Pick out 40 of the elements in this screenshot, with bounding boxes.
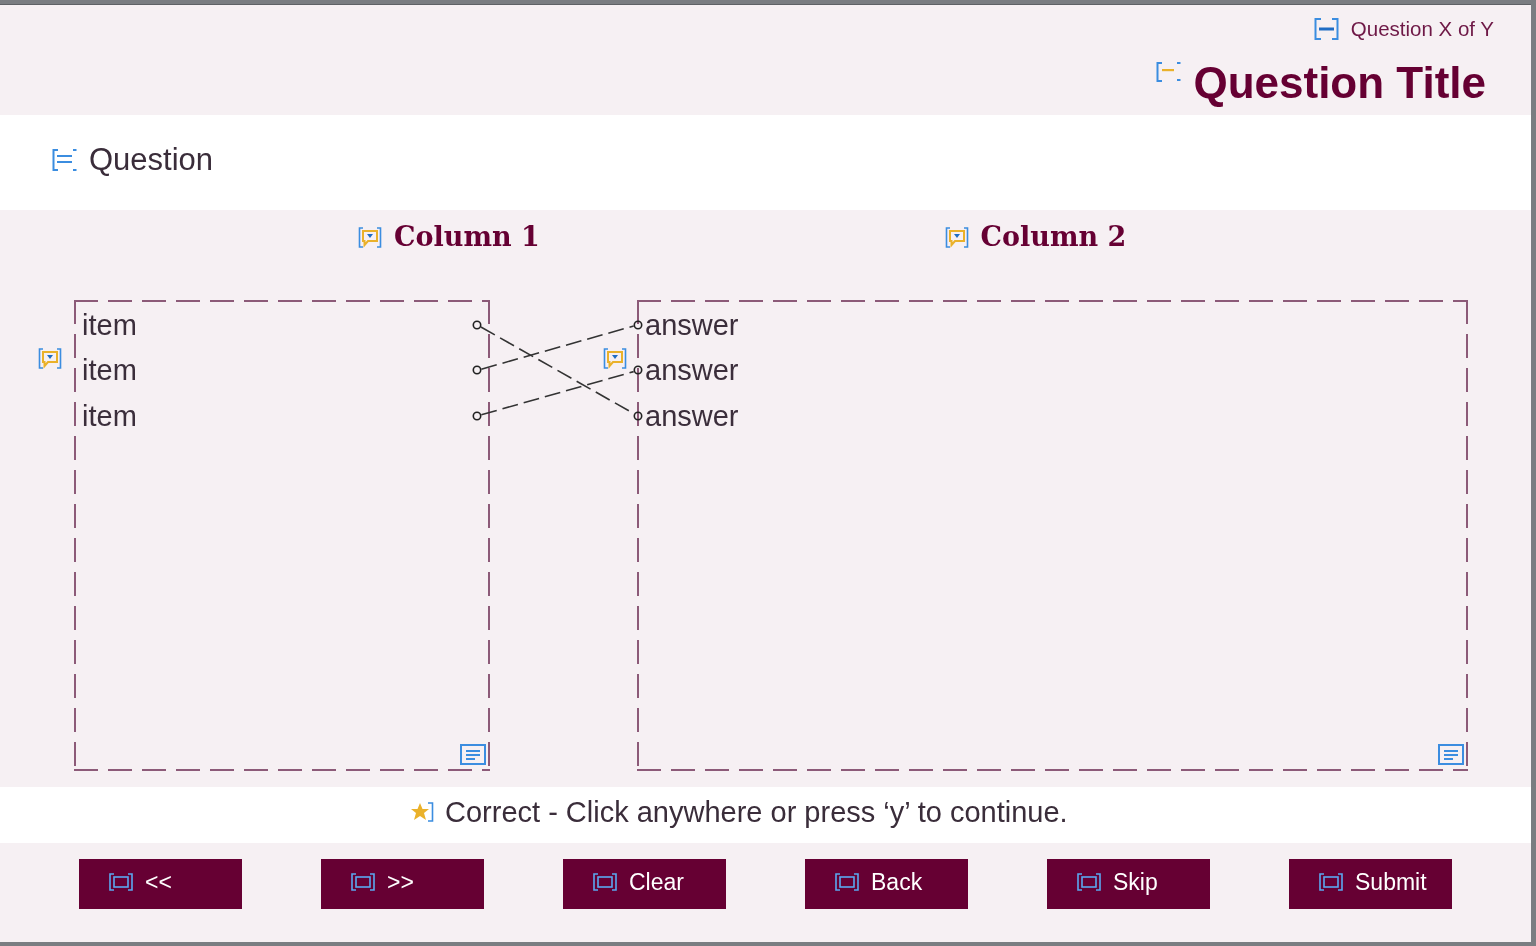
speech-bubble-icon xyxy=(603,348,627,369)
frame-icon xyxy=(1077,873,1101,891)
match-answer[interactable]: answer xyxy=(645,307,739,342)
previous-button[interactable]: << xyxy=(79,859,242,909)
question-counter: Question X of Y xyxy=(1350,17,1494,41)
back-button[interactable]: Back xyxy=(805,859,968,909)
match-answer[interactable]: answer xyxy=(645,399,739,433)
speech-bubble-icon xyxy=(358,226,382,248)
submit-button[interactable]: Submit xyxy=(1289,859,1452,909)
list-box-icon xyxy=(1438,744,1464,765)
match-item[interactable]: item xyxy=(82,353,137,388)
next-button[interactable]: >> xyxy=(321,859,484,909)
bracket-dash-icon xyxy=(1156,62,1182,82)
feedback-text: Correct - Click anywhere or press ‘y’ to continue. xyxy=(445,795,1068,829)
list-box-icon xyxy=(460,744,486,765)
column-heading: Column 1 xyxy=(394,221,540,253)
match-answer[interactable]: answer xyxy=(645,353,739,388)
frame-icon xyxy=(835,873,859,891)
skip-button[interactable]: Skip xyxy=(1047,859,1210,909)
connector-dot-icon[interactable] xyxy=(472,319,482,330)
bracket-lines-icon xyxy=(52,148,77,171)
clear-button[interactable]: Clear xyxy=(563,859,726,909)
bracket-bar-icon xyxy=(1313,18,1339,40)
column-heading: Column 2 xyxy=(980,221,1127,253)
connector-dot-icon[interactable] xyxy=(472,411,482,421)
connector-dot-icon[interactable] xyxy=(633,319,643,330)
connector-dot-icon[interactable] xyxy=(633,365,643,376)
question-text: Question xyxy=(89,141,214,178)
frame-icon xyxy=(1319,873,1343,891)
match-item[interactable]: item xyxy=(82,307,137,342)
match-item[interactable]: item xyxy=(82,399,137,433)
star-icon xyxy=(410,802,434,822)
speech-bubble-icon xyxy=(944,226,969,248)
connector-dot-icon[interactable] xyxy=(472,365,482,376)
connector-dot-icon[interactable] xyxy=(633,411,643,421)
question-title: Question Title xyxy=(1193,58,1486,108)
speech-bubble-icon xyxy=(38,348,62,369)
frame-icon xyxy=(593,873,617,891)
frame-icon xyxy=(351,873,375,891)
frame-icon xyxy=(109,873,133,891)
